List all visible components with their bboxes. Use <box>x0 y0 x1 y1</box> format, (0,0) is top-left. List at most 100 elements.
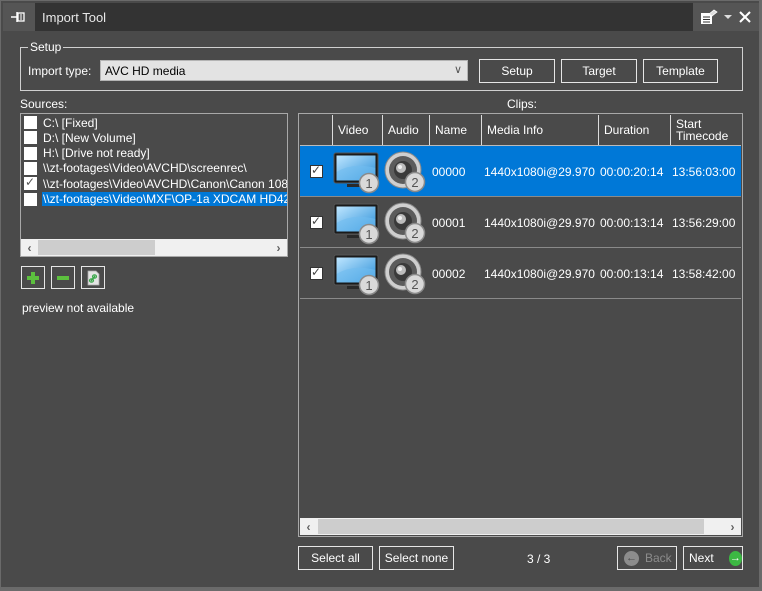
clip-media-info: 1440x1080i@29.970 <box>484 165 595 179</box>
clip-row[interactable]: 1 2 00001 1440x1080i@29.970 00:00:13:14 13:56… <box>300 197 741 248</box>
clip-checkbox[interactable] <box>310 265 323 280</box>
scroll-left-icon[interactable]: ‹ <box>300 518 317 535</box>
video-track-icon: 1 <box>333 150 383 194</box>
audio-track-icon: 2 <box>384 251 428 297</box>
caret-down-icon[interactable] <box>723 13 733 21</box>
title-bar-controls <box>693 3 759 31</box>
close-icon[interactable] <box>738 10 752 24</box>
clip-checkbox[interactable] <box>310 163 323 178</box>
video-track-icon: 1 <box>333 201 383 245</box>
sources-list: C:\ [Fixed] D:\ [New Volume] H:\ [Drive no… <box>20 113 288 257</box>
clip-row[interactable]: 1 2 00000 1440x1080i@29.970 00:00:20:14 13:56… <box>300 146 741 197</box>
select-all-button[interactable]: Select all <box>298 546 373 570</box>
source-item[interactable]: H:\ [Drive not ready] <box>22 146 287 161</box>
next-label: Next <box>689 551 714 565</box>
column-header-audio[interactable]: Audio <box>382 115 429 145</box>
clip-duration: 00:00:13:14 <box>600 216 664 230</box>
chevron-down-icon: ∨ <box>453 64 462 76</box>
clips-header: Video Audio Name Media Info Duration Sta… <box>300 115 741 146</box>
clips-label: Clips: <box>507 97 538 111</box>
column-header-check[interactable] <box>300 115 332 145</box>
clip-start-timecode: 13:56:29:00 <box>672 216 736 230</box>
svg-text:2: 2 <box>411 277 418 292</box>
title-bar: Import Tool <box>3 3 759 31</box>
clip-row[interactable]: 1 2 00002 1440x1080i@29.970 00:00:13:14 13:58… <box>300 248 741 299</box>
column-header-start-line2: Timecode <box>676 129 729 143</box>
clip-start-timecode: 13:56:03:00 <box>672 165 736 179</box>
clips-table: Video Audio Name Media Info Duration Sta… <box>298 113 743 537</box>
clip-name: 00002 <box>432 267 466 281</box>
source-item[interactable]: \\zt-footages\Video\AVCHD\Canon\Canon 10… <box>22 175 288 191</box>
source-item[interactable]: \\zt-footages\Video\AVCHD\screenrec\ <box>22 161 287 176</box>
remove-source-button[interactable] <box>51 266 75 289</box>
source-label: D:\ [New Volume] <box>43 130 136 145</box>
target-button[interactable]: Target <box>561 59 637 83</box>
source-label: \\zt-footages\Video\AVCHD\screenrec\ <box>43 161 247 176</box>
svg-text:2: 2 <box>411 226 418 241</box>
import-type-label: Import type: <box>28 64 92 78</box>
svg-text:1: 1 <box>365 278 372 293</box>
svg-text:1: 1 <box>365 176 372 191</box>
clip-media-info: 1440x1080i@29.970 <box>484 267 595 281</box>
import-tool-window: Import Tool Setup Import type: AVC HD me… <box>0 0 761 589</box>
video-track-icon: 1 <box>333 252 383 296</box>
svg-text:1: 1 <box>365 227 372 242</box>
column-header-duration[interactable]: Duration <box>598 115 670 145</box>
next-button[interactable]: Next → <box>683 546 743 570</box>
source-label: \\zt-footages\Video\MXF\OP-1a XDCAM HD42… <box>42 192 287 206</box>
properties-icon[interactable] <box>700 9 718 25</box>
source-item[interactable]: \\zt-footages\Video\MXF\OP-1a XDCAM HD42… <box>22 192 287 207</box>
window-title: Import Tool <box>42 10 107 25</box>
column-header-media-info[interactable]: Media Info <box>481 115 598 145</box>
setup-legend: Setup <box>28 40 64 54</box>
preview-status: preview not available <box>22 301 135 315</box>
audio-track-icon: 2 <box>384 149 428 195</box>
sources-horizontal-scrollbar[interactable]: ‹ › <box>21 239 287 256</box>
clip-duration: 00:00:13:14 <box>600 267 664 281</box>
source-checkbox[interactable] <box>24 161 37 175</box>
next-arrow-icon: → <box>728 550 742 566</box>
audio-track-icon: 2 <box>384 200 428 246</box>
clip-start-timecode: 13:58:42:00 <box>672 267 736 281</box>
add-icon <box>27 271 39 284</box>
svg-text:2: 2 <box>411 175 418 190</box>
clips-horizontal-scrollbar[interactable]: ‹ › <box>300 518 741 535</box>
source-item[interactable]: C:\ [Fixed] <box>22 115 287 130</box>
clip-duration: 00:00:20:14 <box>600 165 664 179</box>
source-checkbox[interactable] <box>24 131 37 145</box>
back-arrow-icon: ← <box>624 550 639 566</box>
source-checkbox[interactable] <box>24 146 37 160</box>
clip-name: 00001 <box>432 216 466 230</box>
scroll-thumb[interactable] <box>38 240 155 255</box>
scroll-right-icon[interactable]: › <box>724 518 741 535</box>
setup-button[interactable]: Setup <box>479 59 555 83</box>
page-indicator: 3 / 3 <box>527 552 551 566</box>
sources-label: Sources: <box>20 97 68 111</box>
scroll-right-icon[interactable]: › <box>270 239 287 256</box>
source-label: \\zt-footages\Video\AVCHD\Canon\Canon 10… <box>43 176 288 191</box>
pin-icon <box>11 12 25 22</box>
pin-button[interactable] <box>3 3 35 31</box>
column-header-start-timecode[interactable]: Start Timecode <box>670 115 741 145</box>
clip-name: 00000 <box>432 165 466 179</box>
source-item[interactable]: D:\ [New Volume] <box>22 130 287 145</box>
source-checkbox[interactable] <box>24 192 37 206</box>
back-label: Back <box>645 551 672 565</box>
column-header-name[interactable]: Name <box>429 115 481 145</box>
remove-icon <box>57 275 69 280</box>
source-checkbox[interactable] <box>24 175 37 191</box>
column-header-video[interactable]: Video <box>332 115 382 145</box>
scroll-thumb[interactable] <box>318 519 704 534</box>
relink-source-button[interactable] <box>81 266 105 289</box>
source-label: C:\ [Fixed] <box>43 115 98 130</box>
clip-media-info: 1440x1080i@29.970 <box>484 216 595 230</box>
import-type-select[interactable]: AVC HD media ∨ <box>100 60 468 81</box>
clip-checkbox[interactable] <box>310 214 323 229</box>
source-checkbox[interactable] <box>24 116 37 129</box>
select-none-button[interactable]: Select none <box>379 546 454 570</box>
back-button[interactable]: ← Back <box>617 546 677 570</box>
add-source-button[interactable] <box>21 266 45 289</box>
import-type-value: AVC HD media <box>105 64 186 78</box>
scroll-left-icon[interactable]: ‹ <box>21 239 38 256</box>
template-button[interactable]: Template <box>643 59 718 83</box>
